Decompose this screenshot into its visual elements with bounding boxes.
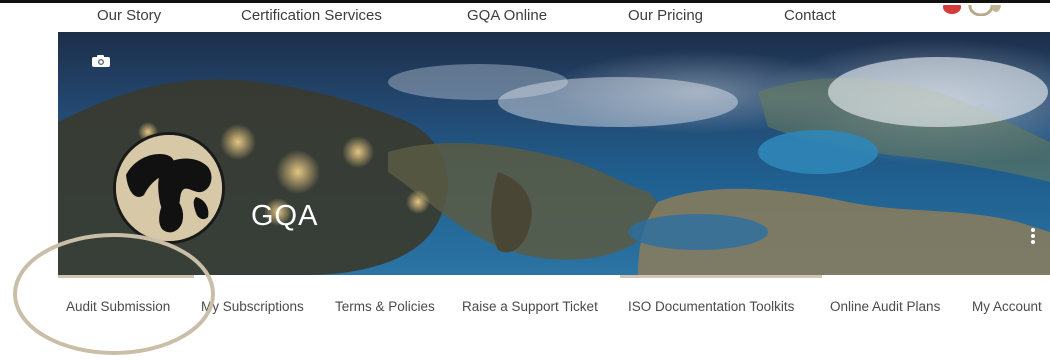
tab-label: My Account [972, 299, 1042, 314]
tab-terms-policies[interactable]: Terms & Policies [335, 275, 435, 325]
nav-gqa-online[interactable]: GQA Online [467, 7, 547, 24]
top-navigation: Our Story Certification Services GQA Onl… [0, 4, 1050, 28]
tab-label: ISO Documentation Toolkits [628, 299, 795, 314]
camera-icon[interactable] [91, 54, 111, 73]
tab-label: Terms & Policies [335, 299, 435, 314]
tab-label: My Subscriptions [201, 299, 304, 314]
top-border [0, 0, 1050, 3]
tab-iso-documentation-toolkits[interactable]: ISO Documentation Toolkits [620, 275, 822, 325]
tab-audit-submission[interactable]: Audit Submission [58, 275, 194, 325]
tab-raise-support-ticket[interactable]: Raise a Support Ticket [462, 275, 598, 325]
nav-certification-services[interactable]: Certification Services [241, 7, 382, 24]
more-vertical-icon[interactable] [1030, 227, 1036, 245]
cover-banner: GQA [58, 32, 1050, 275]
tab-label: Raise a Support Ticket [462, 299, 598, 314]
logo-icon [943, 4, 1001, 16]
globe-icon [116, 135, 222, 241]
tab-online-audit-plans[interactable]: Online Audit Plans [830, 275, 940, 325]
site-logo-partial[interactable] [936, 4, 1006, 16]
nav-our-story[interactable]: Our Story [97, 7, 161, 24]
profile-tabs: Audit Submission My Subscriptions Terms … [58, 275, 1050, 325]
nav-our-pricing[interactable]: Our Pricing [628, 7, 703, 24]
tab-my-account[interactable]: My Account [972, 275, 1042, 325]
tab-my-subscriptions[interactable]: My Subscriptions [201, 275, 304, 325]
profile-name: GQA [251, 200, 319, 232]
profile-avatar[interactable] [113, 132, 225, 244]
tab-label: Audit Submission [66, 299, 171, 314]
tab-label: Online Audit Plans [830, 299, 941, 314]
nav-contact[interactable]: Contact [784, 7, 836, 24]
